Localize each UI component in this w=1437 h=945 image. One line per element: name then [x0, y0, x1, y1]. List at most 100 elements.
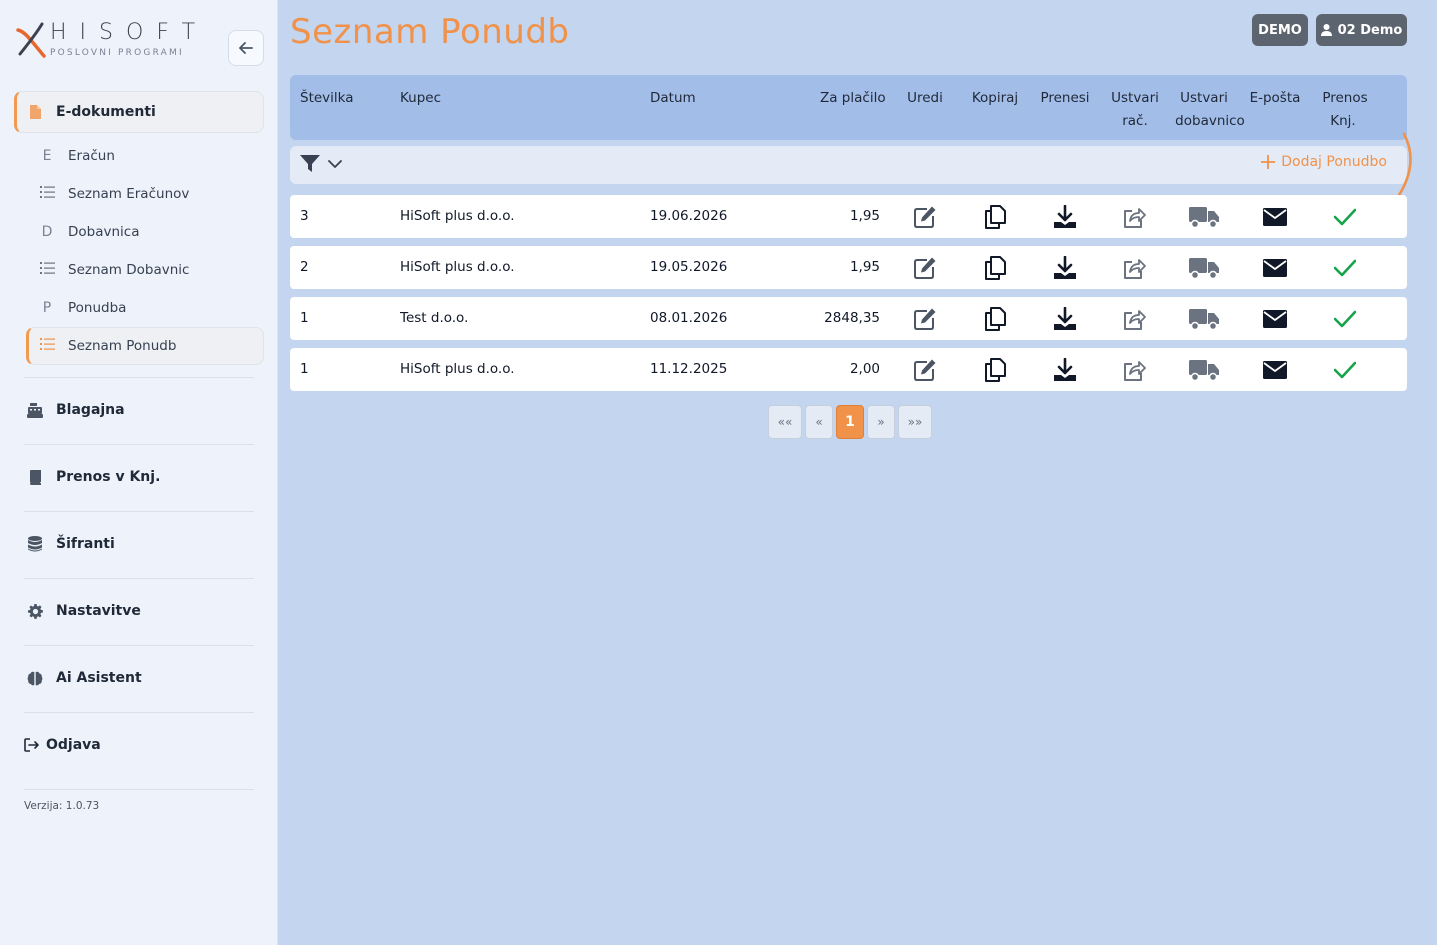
- share-icon[interactable]: [1121, 204, 1147, 230]
- download-icon[interactable]: [1052, 204, 1078, 230]
- environment-badge: DEMO: [1252, 14, 1308, 46]
- col-kupec[interactable]: Kupec: [400, 87, 441, 110]
- arrow-left-icon: [239, 42, 253, 54]
- pagination: «« « 1 » »»: [768, 405, 932, 439]
- user-icon: [1320, 24, 1332, 36]
- cash-register-icon: [24, 402, 46, 418]
- cell-stevilka: 1: [300, 361, 309, 377]
- sidebar-item-dobavnica[interactable]: D Dobavnica: [26, 213, 264, 251]
- filter-icon: [300, 155, 320, 172]
- logo-mark-icon: [16, 22, 46, 58]
- truck-icon[interactable]: [1188, 306, 1220, 332]
- sidebar-item-label: Ponudba: [68, 300, 127, 316]
- share-icon[interactable]: [1121, 255, 1147, 281]
- cell-za-placilo: 1,95: [849, 259, 880, 275]
- col-ustvari-rac-line1: Ustvari: [1111, 90, 1159, 106]
- nav-prenos-label: Prenos v Knj.: [56, 469, 161, 485]
- mail-icon[interactable]: [1262, 306, 1288, 332]
- edit-icon[interactable]: [912, 357, 938, 383]
- version-label: Verzija: 1.0.73: [24, 800, 100, 812]
- sidebar-item-seznam-eracunov[interactable]: Seznam Eračunov: [26, 175, 264, 213]
- mail-icon[interactable]: [1262, 204, 1288, 230]
- table-row[interactable]: 2 HiSoft plus d.o.o. 19.05.2026 1,95: [290, 246, 1407, 289]
- nav-blagajna-label: Blagajna: [56, 402, 125, 418]
- user-name: 02 Demo: [1337, 22, 1403, 38]
- hisoft-logo[interactable]: HISOFT POSLOVNI PROGRAMI: [16, 18, 206, 62]
- download-icon[interactable]: [1052, 306, 1078, 332]
- page-prev-button[interactable]: «: [805, 405, 833, 439]
- col-prenos-line1: Prenos: [1322, 90, 1368, 106]
- col-datum[interactable]: Datum: [650, 87, 696, 110]
- page-last-button[interactable]: »»: [898, 405, 932, 439]
- share-icon[interactable]: [1121, 357, 1147, 383]
- nav-blagajna[interactable]: Blagajna: [24, 394, 254, 426]
- collapse-sidebar-button[interactable]: [228, 30, 264, 66]
- edit-icon[interactable]: [912, 204, 938, 230]
- brain-icon: [24, 671, 46, 686]
- nav-sifranti-label: Šifranti: [56, 536, 115, 552]
- edit-icon[interactable]: [912, 255, 938, 281]
- cell-datum: 19.06.2026: [650, 208, 728, 224]
- list-icon: [38, 338, 56, 354]
- nav-nastavitve[interactable]: Nastavitve: [24, 595, 254, 627]
- col-kopiraj: Kopiraj: [971, 90, 1019, 106]
- user-menu-button[interactable]: 02 Demo: [1316, 14, 1407, 46]
- sidebar-item-label: Eračun: [68, 148, 115, 164]
- table-row[interactable]: 3 HiSoft plus d.o.o. 19.06.2026 1,95: [290, 195, 1407, 238]
- sidebar-item-label: Dobavnica: [68, 224, 140, 240]
- cell-kupec: HiSoft plus d.o.o.: [400, 208, 515, 224]
- nav-odjava-label: Odjava: [46, 737, 101, 753]
- nav-sifranti[interactable]: Šifranti: [24, 528, 254, 560]
- document-icon: [29, 104, 42, 120]
- col-ustvari-rac: Ustvari rač.: [1106, 87, 1164, 133]
- truck-icon[interactable]: [1188, 204, 1220, 230]
- check-icon[interactable]: [1332, 204, 1358, 230]
- col-za-placilo[interactable]: Za plačilo: [820, 87, 886, 110]
- cell-datum: 11.12.2025: [650, 361, 728, 377]
- check-icon[interactable]: [1332, 255, 1358, 281]
- sidebar-item-seznam-ponudb[interactable]: Seznam Ponudb: [26, 327, 264, 365]
- logo-tagline: POSLOVNI PROGRAMI: [50, 48, 184, 58]
- col-prenos-line2: Knj.: [1330, 113, 1356, 129]
- mail-icon[interactable]: [1262, 255, 1288, 281]
- table-row[interactable]: 1 HiSoft plus d.o.o. 11.12.2025 2,00: [290, 348, 1407, 391]
- col-eposta: E-pošta: [1249, 90, 1301, 106]
- divider: [24, 789, 254, 790]
- sidebar-item-seznam-dobavnic[interactable]: Seznam Dobavnic: [26, 251, 264, 289]
- page-first-button[interactable]: ««: [768, 405, 802, 439]
- cell-za-placilo: 2848,35: [824, 310, 880, 326]
- table-row[interactable]: 1 Test d.o.o. 08.01.2026 2848,35: [290, 297, 1407, 340]
- download-icon[interactable]: [1052, 357, 1078, 383]
- col-ustvari-rac-line2: rač.: [1122, 113, 1148, 129]
- page-current-button[interactable]: 1: [836, 405, 864, 439]
- book-icon: [24, 469, 46, 485]
- sidebar-item-eracun[interactable]: E Eračun: [26, 137, 264, 175]
- filter-toggle-button[interactable]: [300, 155, 342, 173]
- download-icon[interactable]: [1052, 255, 1078, 281]
- copy-icon[interactable]: [982, 306, 1008, 332]
- nav-prenos-v-knj[interactable]: Prenos v Knj.: [24, 461, 254, 493]
- cell-kupec: Test d.o.o.: [400, 310, 469, 326]
- sidebar-item-label: Seznam Ponudb: [68, 338, 177, 354]
- mail-icon[interactable]: [1262, 357, 1288, 383]
- check-icon[interactable]: [1332, 306, 1358, 332]
- copy-icon[interactable]: [982, 357, 1008, 383]
- sidebar: HISOFT POSLOVNI PROGRAMI E-dokumenti E E…: [0, 0, 278, 945]
- truck-icon[interactable]: [1188, 357, 1220, 383]
- nav-ai-asistent[interactable]: Ai Asistent: [24, 662, 254, 694]
- truck-icon[interactable]: [1188, 255, 1220, 281]
- page-next-button[interactable]: »: [867, 405, 895, 439]
- sidebar-item-ponudba[interactable]: P Ponudba: [26, 289, 264, 327]
- add-ponudba-button[interactable]: Dodaj Ponudbo: [1261, 154, 1387, 170]
- check-icon[interactable]: [1332, 357, 1358, 383]
- nav-odjava[interactable]: Odjava: [24, 729, 254, 761]
- list-icon: [38, 262, 56, 278]
- copy-icon[interactable]: [982, 204, 1008, 230]
- share-icon[interactable]: [1121, 306, 1147, 332]
- col-prenesi: Prenesi: [1040, 90, 1090, 106]
- nav-e-dokumenti[interactable]: E-dokumenti: [14, 91, 264, 133]
- cell-datum: 19.05.2026: [650, 259, 728, 275]
- edit-icon[interactable]: [912, 306, 938, 332]
- col-stevilka[interactable]: Številka: [300, 87, 354, 110]
- copy-icon[interactable]: [982, 255, 1008, 281]
